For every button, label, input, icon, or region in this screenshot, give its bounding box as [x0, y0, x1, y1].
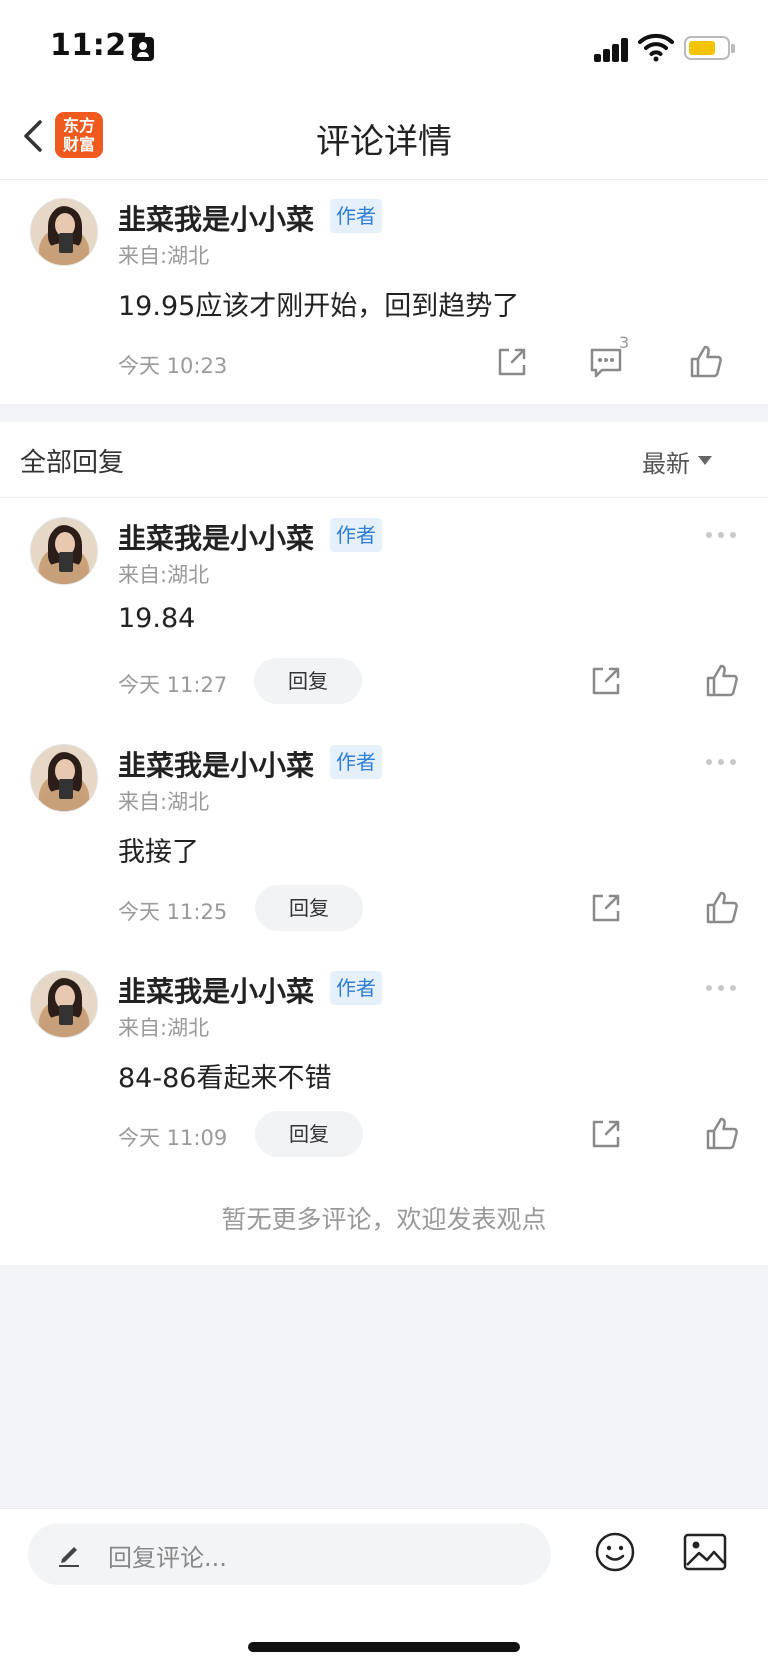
- comment-content: 84-86看起来不错: [118, 1063, 332, 1094]
- avatar[interactable]: [30, 517, 98, 585]
- section-title: 全部回复: [20, 448, 125, 478]
- caret-down-icon[interactable]: [698, 456, 712, 465]
- location: 来自:湖北: [118, 563, 210, 587]
- timestamp: 今天 10:23: [118, 354, 228, 378]
- nav-bar: 东方 财富 评论详情: [0, 96, 768, 180]
- image-icon[interactable]: [683, 1533, 727, 1571]
- empty-area: [0, 1265, 768, 1508]
- more-icon[interactable]: [706, 531, 738, 539]
- location: 来自:湖北: [118, 790, 210, 814]
- username[interactable]: 韭菜我是小小菜: [118, 198, 314, 238]
- home-indicator: [248, 1642, 520, 1652]
- wifi-icon: [638, 33, 674, 62]
- reply-button[interactable]: 回复: [255, 885, 363, 931]
- author-tag: 作者: [330, 745, 382, 779]
- avatar[interactable]: [30, 198, 98, 266]
- share-icon[interactable]: [588, 663, 624, 699]
- like-icon[interactable]: [688, 344, 724, 380]
- no-more-comments-note: 暂无更多评论，欢迎发表观点: [221, 1205, 547, 1234]
- timestamp: 今天 11:09: [118, 1126, 228, 1150]
- pencil-icon: [59, 1547, 79, 1567]
- author-tag: 作者: [330, 518, 382, 552]
- location: 来自:湖北: [118, 244, 210, 268]
- comment-content: 19.84: [118, 603, 196, 634]
- battery-icon: [684, 36, 735, 60]
- comment-content: 我接了: [118, 837, 199, 868]
- share-icon[interactable]: [588, 890, 624, 926]
- reply-button[interactable]: 回复: [255, 1111, 363, 1157]
- page-title: 评论详情: [316, 122, 452, 162]
- avatar[interactable]: [30, 970, 98, 1038]
- like-icon[interactable]: [704, 1116, 740, 1152]
- reply-button[interactable]: 回复: [254, 658, 362, 704]
- timestamp: 今天 11:27: [118, 673, 228, 697]
- share-icon[interactable]: [588, 1116, 624, 1152]
- timestamp: 今天 11:25: [118, 900, 228, 924]
- comment-content: 19.95应该才刚开始，回到趋势了: [118, 291, 520, 322]
- username[interactable]: 韭菜我是小小菜: [118, 517, 314, 557]
- author-tag: 作者: [330, 199, 382, 233]
- section-divider: [0, 404, 768, 422]
- username[interactable]: 韭菜我是小小菜: [118, 744, 314, 784]
- like-icon[interactable]: [704, 663, 740, 699]
- location: 来自:湖北: [118, 1016, 210, 1040]
- more-icon[interactable]: [706, 984, 738, 992]
- reply-input[interactable]: 回复评论...: [28, 1523, 551, 1585]
- orientation-lock-icon: [132, 37, 154, 61]
- status-bar: 11:27: [0, 0, 768, 96]
- share-icon[interactable]: [494, 344, 530, 380]
- sort-dropdown[interactable]: 最新: [642, 444, 690, 479]
- more-icon[interactable]: [706, 758, 738, 766]
- reply-input-placeholder: 回复评论...: [108, 1544, 227, 1572]
- replies-header: 全部回复 最新: [0, 422, 768, 498]
- emoji-icon[interactable]: [594, 1531, 636, 1573]
- avatar[interactable]: [30, 744, 98, 812]
- username[interactable]: 韭菜我是小小菜: [118, 970, 314, 1010]
- like-icon[interactable]: [704, 890, 740, 926]
- bottom-bar: 回复评论...: [0, 1508, 768, 1663]
- author-tag: 作者: [330, 971, 382, 1005]
- cellular-signal-icon: [594, 36, 630, 62]
- comment-count: 3: [619, 333, 630, 352]
